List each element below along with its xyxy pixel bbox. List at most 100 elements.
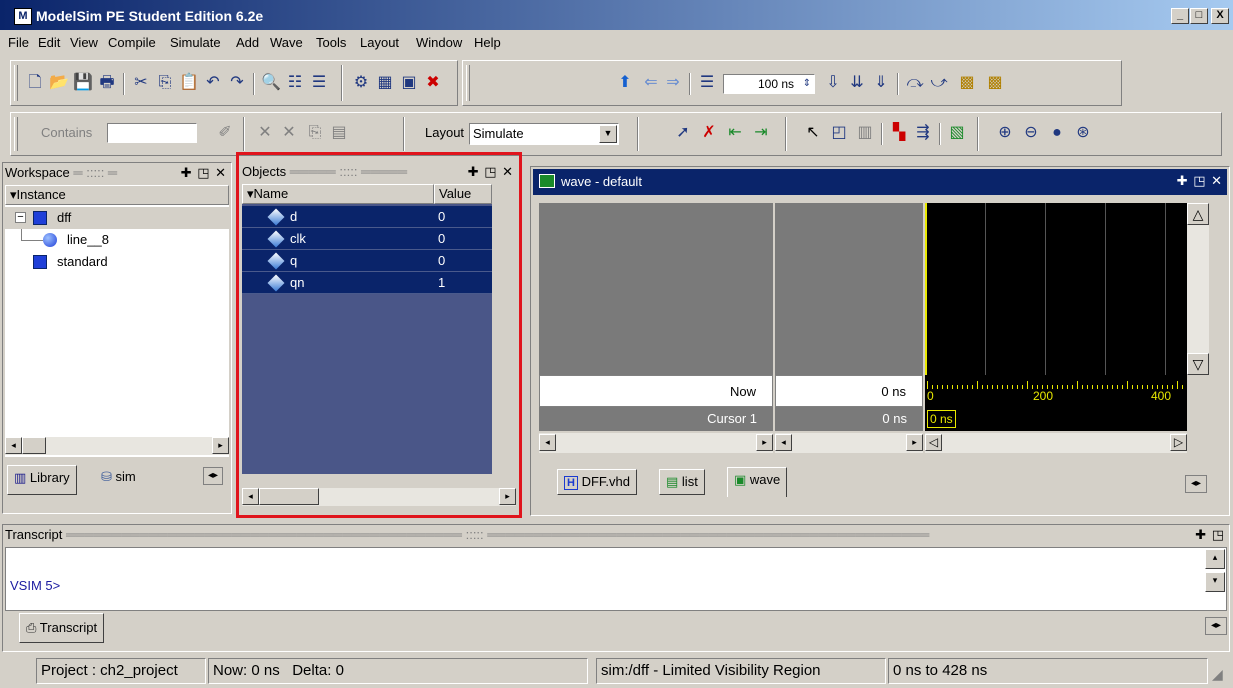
- dataflow-icon[interactable]: ▥: [855, 123, 875, 143]
- contains-input[interactable]: [107, 123, 197, 143]
- scroll-down-icon[interactable]: ▽: [1187, 353, 1209, 375]
- scroll-left-icon[interactable]: ◁: [925, 434, 942, 451]
- scroll-right-icon[interactable]: ▷: [1170, 434, 1187, 451]
- wave-compare-icon[interactable]: ▧: [947, 123, 967, 143]
- collapse-icon[interactable]: ☷: [285, 73, 305, 93]
- modelsim-app-icon[interactable]: M: [14, 8, 32, 25]
- run-all-icon[interactable]: ⇓: [871, 73, 891, 93]
- up-arrow-icon[interactable]: ⬆: [615, 73, 635, 93]
- scroll-left-icon[interactable]: ◂: [5, 437, 22, 454]
- delete-signal-icon[interactable]: ✕: [255, 123, 275, 143]
- wave-hscrollbar[interactable]: ◁ ▷: [925, 433, 1187, 453]
- scroll-right-icon[interactable]: ▸: [906, 434, 923, 451]
- workspace-hscrollbar[interactable]: ◂ ▸: [5, 437, 229, 455]
- run-length-spinner-icon[interactable]: ⇕: [797, 74, 817, 94]
- back-arrow-icon[interactable]: ⇐: [641, 73, 661, 93]
- resize-grip-icon[interactable]: ◢: [1212, 666, 1223, 683]
- scroll-left-icon[interactable]: ◂: [775, 434, 792, 451]
- cursor-time-box[interactable]: 0 ns: [927, 410, 956, 428]
- restart-icon[interactable]: ☰: [697, 73, 717, 93]
- compile-all-icon[interactable]: ▦: [375, 73, 395, 93]
- copy-icon[interactable]: ⎘: [155, 73, 175, 93]
- menu-wave[interactable]: Wave: [270, 35, 303, 50]
- menu-tools[interactable]: Tools: [316, 35, 346, 50]
- collapse-toggle-icon[interactable]: −: [15, 212, 26, 223]
- expand-icon[interactable]: ☰: [309, 73, 329, 93]
- tab-library[interactable]: ▥ Library: [7, 465, 77, 495]
- next-edge-icon[interactable]: ⇥: [751, 123, 771, 143]
- wave-pane-controls[interactable]: ✚ ◳ ✕: [1177, 173, 1223, 189]
- menu-window[interactable]: Window: [416, 35, 462, 50]
- tree-row-line8[interactable]: line__8: [5, 229, 229, 251]
- save-icon[interactable]: 💾: [73, 73, 93, 93]
- trace-icon[interactable]: ⇶: [913, 123, 933, 143]
- performance-icon[interactable]: ▩: [957, 73, 977, 93]
- select-mode-icon[interactable]: ↖: [803, 123, 823, 143]
- minimize-button[interactable]: _: [1171, 8, 1189, 24]
- scroll-thumb[interactable]: [22, 437, 46, 454]
- simulate-icon[interactable]: ▣: [399, 73, 419, 93]
- cursor-line[interactable]: [925, 203, 927, 375]
- scroll-down-icon[interactable]: ▾: [1205, 572, 1225, 592]
- redo-icon[interactable]: ↷: [227, 73, 247, 93]
- workspace-pane-controls[interactable]: ✚ ◳ ✕: [181, 165, 227, 181]
- transcript-console[interactable]: VSIM 5> ▴ ▾: [5, 547, 1227, 611]
- tab-scroll-icon[interactable]: ◂▸: [203, 467, 223, 485]
- zoom-out-icon[interactable]: ⊖: [1021, 123, 1041, 143]
- menu-compile[interactable]: Compile: [108, 35, 156, 50]
- tree-row-dff[interactable]: − dff: [5, 207, 229, 229]
- menu-help[interactable]: Help: [474, 35, 501, 50]
- tab-dff-vhd[interactable]: H DFF.vhd: [557, 469, 637, 495]
- tab-wave[interactable]: ▣ wave: [727, 467, 788, 497]
- tab-list[interactable]: ▤ list: [659, 469, 705, 495]
- scroll-up-icon[interactable]: △: [1187, 203, 1209, 225]
- zoom-mode-icon[interactable]: ◰: [829, 123, 849, 143]
- copy-wave-icon[interactable]: ⎘: [305, 123, 325, 143]
- tab-scroll-icon[interactable]: ◂▸: [1185, 475, 1207, 493]
- tab-sim[interactable]: ⛁ sim: [101, 469, 136, 485]
- scroll-right-icon[interactable]: ▸: [212, 437, 229, 454]
- new-file-icon[interactable]: 🗋: [25, 73, 45, 93]
- toolbar-grip[interactable]: [14, 117, 18, 151]
- scroll-left-icon[interactable]: ◂: [539, 434, 556, 451]
- names-hscrollbar[interactable]: ◂ ▸: [539, 433, 773, 453]
- tab-transcript[interactable]: ⎙ Transcript: [19, 613, 105, 643]
- layout-select[interactable]: Simulate ▼: [469, 123, 619, 145]
- toolbar-grip[interactable]: [14, 65, 18, 101]
- forward-arrow-icon[interactable]: ⇒: [663, 73, 683, 93]
- menu-file[interactable]: File: [8, 35, 29, 50]
- scroll-right-icon[interactable]: ▸: [756, 434, 773, 451]
- breakpoint-icon[interactable]: ▚: [889, 123, 909, 143]
- maximize-button[interactable]: □: [1190, 8, 1208, 24]
- paste-icon[interactable]: 📋: [179, 73, 199, 93]
- scroll-up-icon[interactable]: ▴: [1205, 549, 1225, 569]
- print-icon[interactable]: 🖶: [97, 73, 117, 93]
- step-over-icon[interactable]: ⤻: [929, 73, 949, 93]
- find-icon[interactable]: 🔍: [261, 73, 281, 93]
- instance-column-header[interactable]: ▾Instance: [5, 185, 229, 205]
- previous-edge-icon[interactable]: ⇤: [725, 123, 745, 143]
- tree-row-standard[interactable]: standard: [5, 251, 229, 273]
- cursor-row-wave[interactable]: 0 ns: [925, 407, 1187, 431]
- paste-wave-icon[interactable]: ▤: [329, 123, 349, 143]
- toolbar-grip[interactable]: [466, 65, 470, 101]
- select-pointer-icon[interactable]: ➚: [673, 123, 693, 143]
- eraser-icon[interactable]: ✐: [215, 123, 235, 143]
- step-icon[interactable]: ⤼: [905, 73, 925, 93]
- zoom-cursor-icon[interactable]: ⊛: [1073, 123, 1093, 143]
- delete-cursor-icon[interactable]: ✗: [699, 123, 719, 143]
- menu-view[interactable]: View: [70, 35, 98, 50]
- transcript-pane-controls[interactable]: ✚ ◳: [1195, 527, 1225, 543]
- delete-all-icon[interactable]: ✕: [279, 123, 299, 143]
- dropdown-arrow-icon[interactable]: ▼: [599, 125, 617, 143]
- menu-simulate[interactable]: Simulate: [170, 35, 221, 50]
- compile-icon[interactable]: ⚙: [351, 73, 371, 93]
- undo-icon[interactable]: ↶: [203, 73, 223, 93]
- zoom-full-icon[interactable]: ●: [1047, 123, 1067, 143]
- menu-layout[interactable]: Layout: [360, 35, 399, 50]
- tab-scroll-icon[interactable]: ◂▸: [1205, 617, 1227, 635]
- menu-edit[interactable]: Edit: [38, 35, 60, 50]
- cut-icon[interactable]: ✂: [131, 73, 151, 93]
- wave-vscrollbar[interactable]: △ ▽: [1187, 203, 1209, 375]
- menu-add[interactable]: Add: [236, 35, 259, 50]
